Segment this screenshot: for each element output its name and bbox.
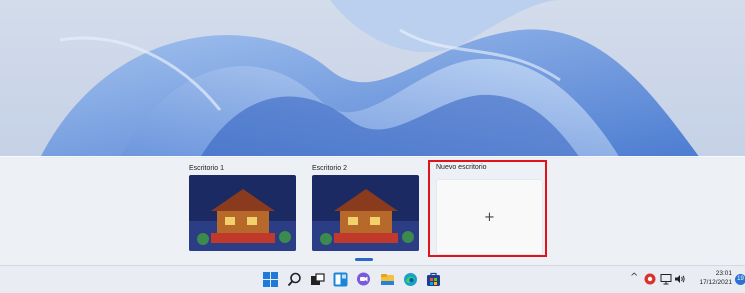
desktop-2-card[interactable]: Escritorio 2 — [312, 163, 419, 251]
store-icon[interactable] — [426, 272, 441, 287]
edge-icon[interactable] — [403, 272, 418, 287]
taskbar: ^ 23:01 17/12/2021 19 — [0, 265, 745, 293]
clock-date: 17/12/2021 — [699, 279, 732, 286]
desktop-2-label: Escritorio 2 — [312, 165, 348, 172]
clock-time: 23:01 — [715, 270, 732, 277]
desktop-1-label: Escritorio 1 — [189, 165, 225, 172]
windows-start-icon[interactable] — [263, 272, 278, 287]
network-icon[interactable] — [660, 273, 672, 285]
clock[interactable]: 23:01 17/12/2021 — [688, 269, 732, 287]
new-desktop-label: Nuevo escritorio — [436, 164, 487, 171]
plus-icon: + — [484, 209, 495, 225]
volume-icon[interactable] — [674, 273, 686, 285]
desktop-1-thumbnail[interactable] — [189, 175, 296, 251]
desktop-1-card[interactable]: Escritorio 1 — [189, 163, 296, 251]
chat-icon[interactable] — [356, 272, 371, 287]
active-desktop-indicator — [355, 258, 373, 261]
widgets-icon[interactable] — [333, 272, 348, 287]
search-icon[interactable] — [287, 272, 302, 287]
task-view-panel: Escritorio 1 Escritorio 2 — [0, 156, 745, 265]
task-view-icon[interactable] — [310, 272, 325, 287]
desktop-2-thumbnail[interactable] — [312, 175, 419, 251]
file-explorer-icon[interactable] — [380, 272, 395, 287]
new-desktop-button[interactable]: + — [436, 179, 543, 255]
desktop-wallpaper — [0, 0, 745, 158]
notification-badge[interactable]: 19 — [735, 274, 745, 285]
antivirus-icon[interactable] — [644, 273, 656, 285]
tray-chevron-up-icon[interactable]: ^ — [630, 272, 638, 283]
